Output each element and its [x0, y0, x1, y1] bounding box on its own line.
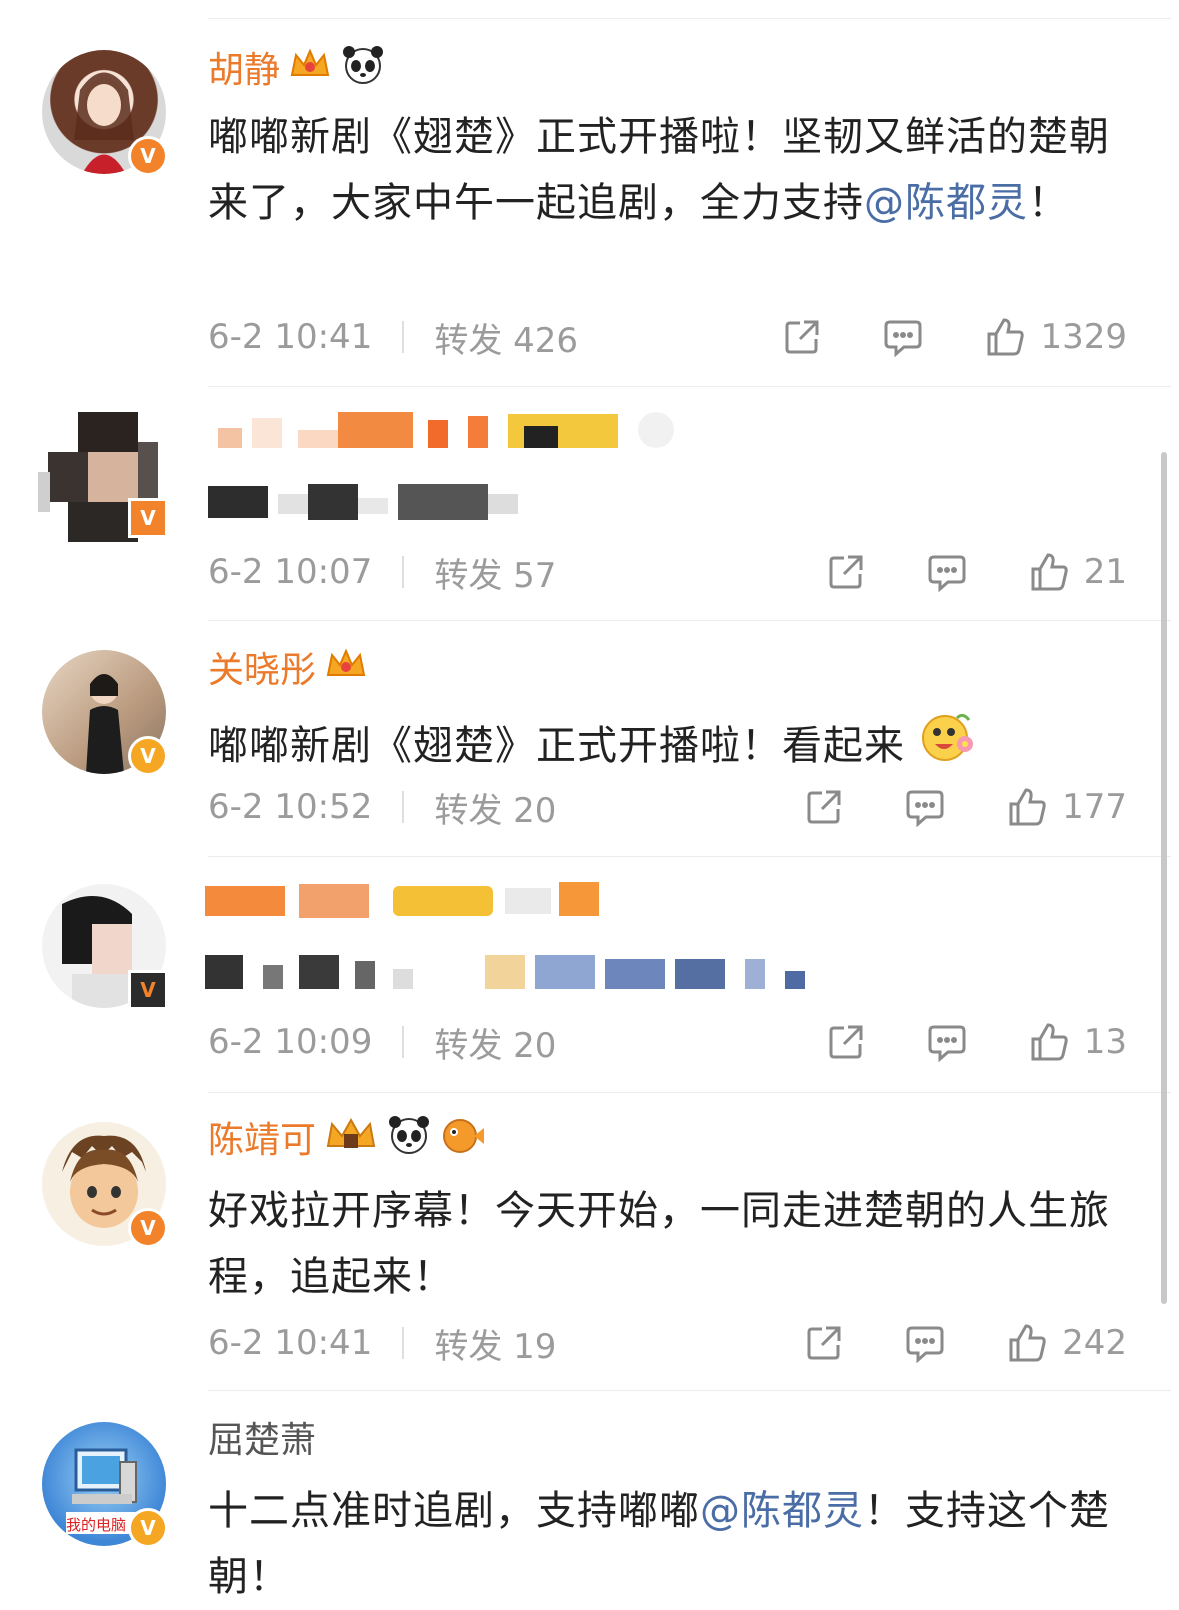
verified-icon: V: [128, 136, 168, 176]
crown-icon: [288, 45, 332, 89]
username[interactable]: 屈楚萧: [208, 1411, 316, 1463]
comment-text-blurred: [205, 955, 805, 991]
comment-button[interactable]: [904, 787, 946, 827]
comment-button[interactable]: [926, 1022, 968, 1062]
like-count: 242: [1062, 1323, 1127, 1363]
thumbs-up-icon: [987, 318, 1025, 356]
name-row: 陈靖可: [208, 1112, 486, 1162]
thumbs-up-icon: [1031, 1023, 1068, 1061]
comment-button[interactable]: [882, 317, 924, 357]
thumbs-up-icon: [1031, 553, 1068, 591]
verified-icon: V: [128, 498, 168, 538]
comment-text: 嘟嘟新剧《翅楚》正式开播啦！看起来: [208, 708, 1133, 784]
like-count: 177: [1062, 787, 1127, 827]
verified-icon: V: [128, 1208, 168, 1248]
comment-text: 好戏拉开序幕！今天开始，一同走进楚朝的人生旅程，追起来！: [208, 1178, 1133, 1310]
divider: [208, 1390, 1171, 1391]
username-blurred: [205, 878, 605, 922]
avatar[interactable]: V: [42, 650, 168, 776]
name-row: 胡静: [208, 42, 386, 92]
repost-count[interactable]: 转发 20: [434, 783, 556, 832]
share-icon: [829, 1025, 863, 1059]
mention-link[interactable]: @陈都灵: [864, 180, 1028, 226]
username[interactable]: 陈靖可: [208, 1111, 316, 1163]
verified-icon: V: [128, 736, 168, 776]
comment-icon: [906, 1326, 944, 1363]
comment-meta: 6-2 10:41 转发 426 1329: [208, 313, 1127, 362]
avatar[interactable]: V: [42, 884, 168, 1010]
timestamp: 6-2 10:52: [208, 787, 373, 827]
repost-count[interactable]: 转发 19: [434, 1319, 556, 1368]
thumbs-up-icon: [1009, 1324, 1046, 1362]
repost-count[interactable]: 转发 20: [434, 1018, 556, 1067]
comment-meta: 6-2 10:41 转发 19 242: [208, 1319, 1127, 1368]
repost-count[interactable]: 转发 426: [434, 313, 578, 362]
comment-icon: [928, 1025, 966, 1062]
like-button[interactable]: 242: [1006, 1322, 1127, 1364]
verified-icon: V: [128, 1508, 168, 1548]
comment-text-body: 十二点准时追剧，支持嘟嘟: [208, 1488, 700, 1534]
comment-text-body: 好戏拉开序幕！今天开始，一同走进楚朝的人生旅程，追起来！: [208, 1188, 1110, 1300]
comment-button[interactable]: [904, 1323, 946, 1363]
divider: [208, 18, 1171, 19]
like-count: 13: [1083, 1022, 1127, 1062]
comment-icon: [884, 320, 922, 357]
comment-text: 嘟嘟新剧《翅楚》正式开播啦！坚韧又鲜活的楚朝来了，大家中午一起追剧，全力支持@陈…: [208, 104, 1133, 236]
share-button[interactable]: [782, 317, 822, 357]
timestamp: 6-2 10:41: [208, 1323, 373, 1363]
like-count: 1329: [1040, 317, 1127, 357]
divider: [208, 386, 1171, 387]
avatar[interactable]: V: [42, 50, 168, 176]
username[interactable]: 关晓彤: [208, 641, 316, 693]
avatar[interactable]: 我的电脑 V: [42, 1422, 168, 1548]
like-button[interactable]: 13: [1028, 1021, 1127, 1063]
comment-icon: [928, 555, 966, 592]
share-button[interactable]: [804, 787, 844, 827]
timestamp: 6-2 10:07: [208, 552, 373, 592]
like-count: 21: [1083, 552, 1127, 592]
comment-text: 十二点准时追剧，支持嘟嘟@陈都灵！支持这个楚朝！: [208, 1478, 1133, 1610]
timestamp: 6-2 10:09: [208, 1022, 373, 1062]
share-icon: [807, 790, 841, 824]
name-row: 关晓彤: [208, 642, 368, 692]
comment-text-body: 嘟嘟新剧《翅楚》正式开播啦！看起来: [208, 723, 905, 769]
share-icon: [829, 555, 863, 589]
like-button[interactable]: 21: [1028, 551, 1127, 593]
comment-button[interactable]: [926, 552, 968, 592]
username-blurred: [218, 410, 688, 450]
repost-count[interactable]: 转发 57: [434, 548, 556, 597]
thumbs-up-icon: [1009, 788, 1046, 826]
scrollbar[interactable]: [1161, 452, 1167, 1304]
divider: [208, 856, 1171, 857]
comment-meta: 6-2 10:09 转发 20 13: [208, 1018, 1127, 1067]
share-icon: [807, 1326, 841, 1360]
mention-link[interactable]: @陈都灵: [700, 1488, 864, 1534]
panda-icon: [340, 44, 386, 90]
comment-meta: 6-2 10:07 转发 57 21: [208, 548, 1127, 597]
fish-icon: [440, 1114, 486, 1160]
timestamp: 6-2 10:41: [208, 317, 373, 357]
verified-icon: V: [128, 970, 168, 1010]
panda-icon: [386, 1114, 432, 1160]
share-icon: [785, 320, 819, 354]
share-button[interactable]: [826, 1022, 866, 1062]
crown-icon: [324, 645, 368, 689]
comment-meta: 6-2 10:52 转发 20 177: [208, 783, 1127, 832]
avatar[interactable]: V: [42, 1122, 168, 1248]
comment-icon: [906, 790, 944, 827]
share-button[interactable]: [826, 552, 866, 592]
avatar-caption: 我的电脑: [66, 1516, 127, 1534]
divider: [208, 1092, 1171, 1093]
divider: [208, 620, 1171, 621]
share-button[interactable]: [804, 1323, 844, 1363]
crown-icon: [324, 1114, 378, 1160]
avatar[interactable]: V: [38, 412, 168, 542]
flower-face-emoji: [919, 708, 979, 784]
username[interactable]: 胡静: [208, 41, 280, 93]
comment-text-tail: ！: [1028, 180, 1069, 226]
comment-text-blurred: [208, 480, 518, 524]
like-button[interactable]: 177: [1006, 786, 1127, 828]
like-button[interactable]: 1329: [984, 316, 1127, 358]
name-row: 屈楚萧: [208, 1412, 316, 1462]
